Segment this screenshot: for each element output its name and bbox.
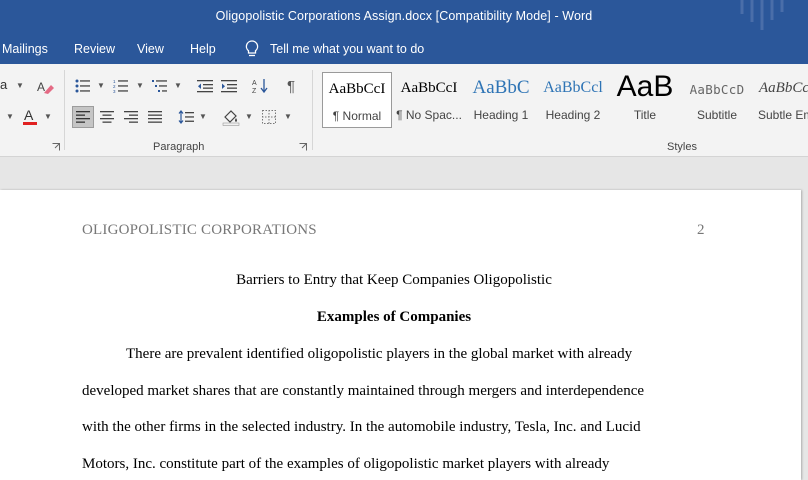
body-line: There are prevalent identified oligopoli… [126,346,633,362]
font-name-fragment[interactable]: a [0,77,7,92]
style-subtle-emphasis[interactable]: AaBbCcI Subtle Em [754,72,808,128]
body-line: developed market shares that are constan… [82,383,645,399]
style-name: Subtitle [696,108,738,122]
tab-review[interactable]: Review [74,42,115,56]
style-sample: AaBbCcl [543,79,603,96]
title-bar-pattern-icon [740,0,784,30]
style-name: Subtle Em [758,108,808,122]
paragraph-group-label: Paragraph [153,141,205,153]
align-center-icon[interactable] [96,106,118,128]
svg-text:A: A [252,80,257,87]
text-effects-dropdown-icon[interactable]: ▼ [6,112,14,121]
style-heading-2[interactable]: AaBbCcl Heading 2 [538,72,608,128]
line-spacing-icon[interactable] [175,106,197,128]
menu-bar: Mailings Review View Help Tell me what y… [0,34,808,64]
tell-me-text: Tell me what you want to do [270,42,425,56]
bullets-dropdown-icon[interactable]: ▼ [97,81,105,90]
style-name: Heading 2 [545,108,601,122]
numbering-dropdown-icon[interactable]: ▼ [136,81,144,90]
font-dialog-launcher-icon[interactable] [52,143,60,151]
lightbulb-icon [245,40,259,57]
style-no-spacing[interactable]: AaBbCcI ¶ No Spac... [394,72,464,128]
multilevel-list-icon[interactable] [149,75,171,97]
align-left-icon[interactable] [72,106,94,128]
style-sample: AaBbCcI [328,81,386,97]
paragraph-dialog-launcher-icon[interactable] [299,143,307,151]
ribbon: a ▼ A ▼ A ▼ ▼ 123 ▼ ▼ AZ ¶ ▼ ▼ ▼ Paragra… [0,64,808,157]
font-name-dropdown-icon[interactable]: ▼ [16,81,24,90]
bullets-icon[interactable] [72,75,94,97]
style-name: Heading 1 [473,108,529,122]
body-line: Motors, Inc. constitute part of the exam… [82,456,610,472]
multilevel-dropdown-icon[interactable]: ▼ [174,81,182,90]
window-title: Oligopolistic Corporations Assign.docx [… [215,9,593,23]
justify-icon[interactable] [144,106,166,128]
ribbon-separator [64,70,65,150]
styles-group-label: Styles [667,141,697,153]
clear-formatting-icon[interactable]: A [34,76,56,98]
style-normal[interactable]: AaBbCcI ¶ Normal [322,72,392,128]
decrease-indent-icon[interactable] [194,75,216,97]
sort-icon[interactable]: AZ [249,75,271,97]
numbering-icon[interactable]: 123 [110,75,132,97]
document-title: Barriers to Entry that Keep Companies Ol… [236,272,552,288]
svg-text:A: A [37,80,45,94]
borders-dropdown-icon[interactable]: ▼ [284,112,292,121]
borders-icon[interactable] [258,106,280,128]
document-canvas-background [0,157,808,189]
ribbon-separator [312,70,313,150]
style-heading-1[interactable]: AaBbC Heading 1 [466,72,536,128]
style-sample: AaBbCcI [759,80,808,96]
page-number: 2 [697,222,705,238]
style-sample: AaB [616,70,674,103]
font-color-icon[interactable]: A [19,106,41,128]
title-bar: Oligopolistic Corporations Assign.docx [… [0,0,808,34]
font-color-dropdown-icon[interactable]: ▼ [44,112,52,121]
show-formatting-marks-icon[interactable]: ¶ [280,75,302,97]
svg-text:3: 3 [113,89,116,93]
running-head: OLIGOPOLISTIC CORPORATIONS [82,222,317,238]
style-name: ¶ No Spac... [396,108,462,122]
shading-dropdown-icon[interactable]: ▼ [245,112,253,121]
svg-text:A: A [24,107,34,123]
tab-mailings[interactable]: Mailings [2,42,48,56]
body-line: with the other firms in the selected ind… [82,419,641,435]
style-name: ¶ Normal [332,109,382,123]
tab-view[interactable]: View [137,42,164,56]
style-sample: AaBbCcD [689,82,745,97]
document-subheading: Examples of Companies [316,309,472,325]
increase-indent-icon[interactable] [218,75,240,97]
style-sample: AaBbC [472,77,530,98]
tab-help[interactable]: Help [190,42,216,56]
style-title[interactable]: AaB Title [610,70,680,128]
shading-icon[interactable] [220,106,242,128]
document-page[interactable]: OLIGOPOLISTIC CORPORATIONS 2 Barriers to… [0,190,801,480]
tell-me-search[interactable]: Tell me what you want to do [244,40,424,58]
style-subtitle[interactable]: AaBbCcD Subtitle [682,72,752,128]
style-name: Title [633,108,657,122]
svg-text:Z: Z [252,88,257,94]
line-spacing-dropdown-icon[interactable]: ▼ [199,112,207,121]
style-sample: AaBbCcI [400,80,458,96]
align-right-icon[interactable] [120,106,142,128]
